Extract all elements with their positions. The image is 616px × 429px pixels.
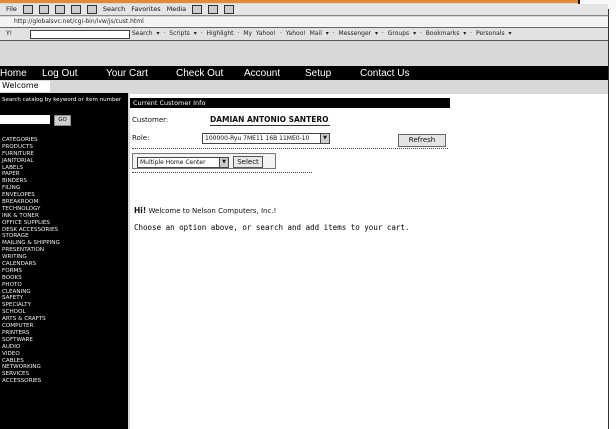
section-header: Current Customer Info bbox=[130, 98, 450, 108]
sidebar-category-link[interactable]: FILING bbox=[2, 185, 60, 192]
history-icon[interactable] bbox=[192, 5, 203, 14]
sidebar-category-link[interactable]: NETWORKING bbox=[2, 364, 60, 371]
chevron-down-icon[interactable]: ▼ bbox=[219, 158, 228, 167]
toolbar-link[interactable]: Yahoo! Mail bbox=[286, 30, 322, 37]
nav-logout[interactable]: Log Out bbox=[42, 68, 78, 79]
window-border bbox=[0, 0, 578, 3]
welcome-label: Welcome bbox=[0, 81, 50, 92]
location-panel: Multiple Home Center ▼ Select bbox=[132, 153, 276, 169]
links-toolbar: Y! Search ▾ · Scripts ▾ · Highlight · My… bbox=[0, 28, 608, 41]
role-select[interactable]: 100000-Ryu 7ME11 16B 11ME0-10 ▼ bbox=[202, 133, 330, 144]
toolbar-link[interactable]: Highlight bbox=[206, 30, 233, 37]
sidebar-category-link[interactable]: COMPUTER bbox=[2, 323, 60, 330]
toolbar-link[interactable]: Search bbox=[132, 30, 153, 37]
nav-home[interactable]: Home bbox=[0, 68, 27, 79]
sidebar-category-link[interactable]: MAILING & SHIPPING bbox=[2, 240, 60, 247]
sidebar-category-link[interactable]: WRITING bbox=[2, 254, 60, 261]
sidebar-category-link[interactable]: CABLES bbox=[2, 358, 60, 365]
sidebar-category-link[interactable]: ENVELOPES bbox=[2, 192, 60, 199]
sidebar-category-link[interactable]: STORAGE bbox=[2, 233, 60, 240]
sidebar-category-link[interactable]: PRESENTATION bbox=[2, 247, 60, 254]
back-icon[interactable] bbox=[22, 5, 33, 14]
sidebar-category-link[interactable]: PRINTERS bbox=[2, 330, 60, 337]
category-list: CATEGORIES PRODUCTS FURNITURE JANITORIAL LAB… bbox=[2, 137, 60, 385]
sidebar-category-link[interactable]: BREAKROOM bbox=[2, 199, 60, 206]
toolbar-links: Search ▾ · Scripts ▾ · Highlight · My Ya… bbox=[132, 30, 512, 37]
welcome-prefix: Hi! bbox=[134, 206, 147, 215]
customer-name: DAMIAN ANTONIO SANTERO bbox=[210, 115, 329, 124]
sidebar: Search catalog by keyword or item number… bbox=[0, 93, 128, 429]
sidebar-category-link[interactable]: PRODUCTS bbox=[2, 144, 60, 151]
welcome-message: Hi! Welcome to Nelson Computers, Inc.! bbox=[134, 206, 276, 215]
instructions-text: Choose an option above, or search and ad… bbox=[134, 223, 410, 232]
chevron-down-icon[interactable]: ▼ bbox=[320, 134, 329, 143]
sidebar-category-link[interactable]: DESK ACCESSORIES bbox=[2, 227, 60, 234]
sidebar-search-input[interactable] bbox=[0, 115, 50, 124]
stop-icon[interactable] bbox=[54, 5, 65, 14]
toolbar-link[interactable]: Bookmarks bbox=[426, 30, 460, 37]
sidebar-category-link[interactable]: SOFTWARE bbox=[2, 337, 60, 344]
site-nav: Home Log Out Your Cart Check Out Account… bbox=[0, 66, 608, 80]
toolbar-link[interactable]: My Yahoo! bbox=[243, 30, 276, 37]
right-scrollbar[interactable] bbox=[608, 9, 616, 429]
sidebar-category-link[interactable]: JANITORIAL bbox=[2, 158, 60, 165]
toolbar-search-input[interactable] bbox=[30, 30, 130, 39]
print-icon[interactable] bbox=[224, 5, 235, 14]
sidebar-category-link[interactable]: PAPER bbox=[2, 171, 60, 178]
sidebar-go-button[interactable]: GO bbox=[54, 115, 71, 126]
forward-icon[interactable] bbox=[38, 5, 49, 14]
sidebar-category-link[interactable]: CALENDARS bbox=[2, 261, 60, 268]
sidebar-category-link[interactable]: FORMS bbox=[2, 268, 60, 275]
nav-contact[interactable]: Contact Us bbox=[360, 68, 409, 79]
favorites-button[interactable]: Favorites bbox=[131, 5, 160, 13]
divider bbox=[132, 172, 312, 173]
nav-checkout[interactable]: Check Out bbox=[176, 68, 223, 79]
toolbar-link[interactable]: Personals bbox=[476, 30, 505, 37]
toolbar-link[interactable]: Groups bbox=[388, 30, 409, 37]
sidebar-search-hint: Search catalog by keyword or item number bbox=[2, 97, 122, 103]
browser-toolbar: File Search Favorites Media bbox=[0, 4, 608, 16]
sidebar-category-link[interactable]: BINDERS bbox=[2, 178, 60, 185]
refresh-button[interactable]: Refresh bbox=[398, 134, 446, 147]
sidebar-category-link[interactable]: FURNITURE bbox=[2, 151, 60, 158]
sidebar-category-link[interactable]: CATEGORIES bbox=[2, 137, 60, 144]
home-icon[interactable] bbox=[86, 5, 97, 14]
nav-cart[interactable]: Your Cart bbox=[106, 68, 148, 79]
sidebar-category-link[interactable]: ARTS & CRAFTS bbox=[2, 316, 60, 323]
nav-account[interactable]: Account bbox=[244, 68, 280, 79]
select-button[interactable]: Select bbox=[233, 156, 263, 168]
main-content: Current Customer Info Customer: DAMIAN A… bbox=[130, 94, 608, 429]
sidebar-category-link[interactable]: TECHNOLOGY bbox=[2, 206, 60, 213]
toolbar-link[interactable]: Scripts bbox=[169, 30, 190, 37]
sidebar-category-link[interactable]: SERVICES bbox=[2, 371, 60, 378]
location-select[interactable]: Multiple Home Center ▼ bbox=[137, 157, 229, 168]
sidebar-category-link[interactable]: INK & TONER bbox=[2, 213, 60, 220]
sidebar-category-link[interactable]: SPECIALTY bbox=[2, 302, 60, 309]
sidebar-category-link[interactable]: PHOTO bbox=[2, 282, 60, 289]
sidebar-category-link[interactable]: OFFICE SUPPLIES bbox=[2, 220, 60, 227]
address-bar[interactable]: http://globalsvc.net/cgi-bin/ivw/js/cust… bbox=[0, 17, 608, 28]
sidebar-category-link[interactable]: LABELS bbox=[2, 165, 60, 172]
role-label: Role: bbox=[132, 134, 150, 142]
customer-label: Customer: bbox=[132, 116, 169, 124]
toolbar-logo-icon: Y! bbox=[6, 30, 13, 37]
sidebar-category-link[interactable]: AUDIO bbox=[2, 344, 60, 351]
file-menu[interactable]: File bbox=[6, 5, 17, 13]
sidebar-category-link[interactable]: CLEANING bbox=[2, 289, 60, 296]
media-button[interactable]: Media bbox=[167, 5, 187, 13]
address-input[interactable]: http://globalsvc.net/cgi-bin/ivw/js/cust… bbox=[14, 18, 144, 25]
sidebar-category-link[interactable]: VIDEO bbox=[2, 351, 60, 358]
toolbar-link[interactable]: Messenger bbox=[339, 30, 372, 37]
sidebar-category-link[interactable]: ACCESSORIES bbox=[2, 378, 60, 385]
sidebar-category-link[interactable]: SCHOOL bbox=[2, 309, 60, 316]
search-button[interactable]: Search bbox=[103, 5, 125, 13]
divider bbox=[210, 125, 330, 126]
sidebar-category-link[interactable]: BOOKS bbox=[2, 275, 60, 282]
mail-icon[interactable] bbox=[208, 5, 219, 14]
refresh-icon[interactable] bbox=[70, 5, 81, 14]
nav-setup[interactable]: Setup bbox=[305, 68, 331, 79]
sidebar-category-link[interactable]: SAFETY bbox=[2, 295, 60, 302]
welcome-text: Welcome to Nelson Computers, Inc.! bbox=[148, 207, 277, 215]
divider bbox=[132, 148, 448, 149]
